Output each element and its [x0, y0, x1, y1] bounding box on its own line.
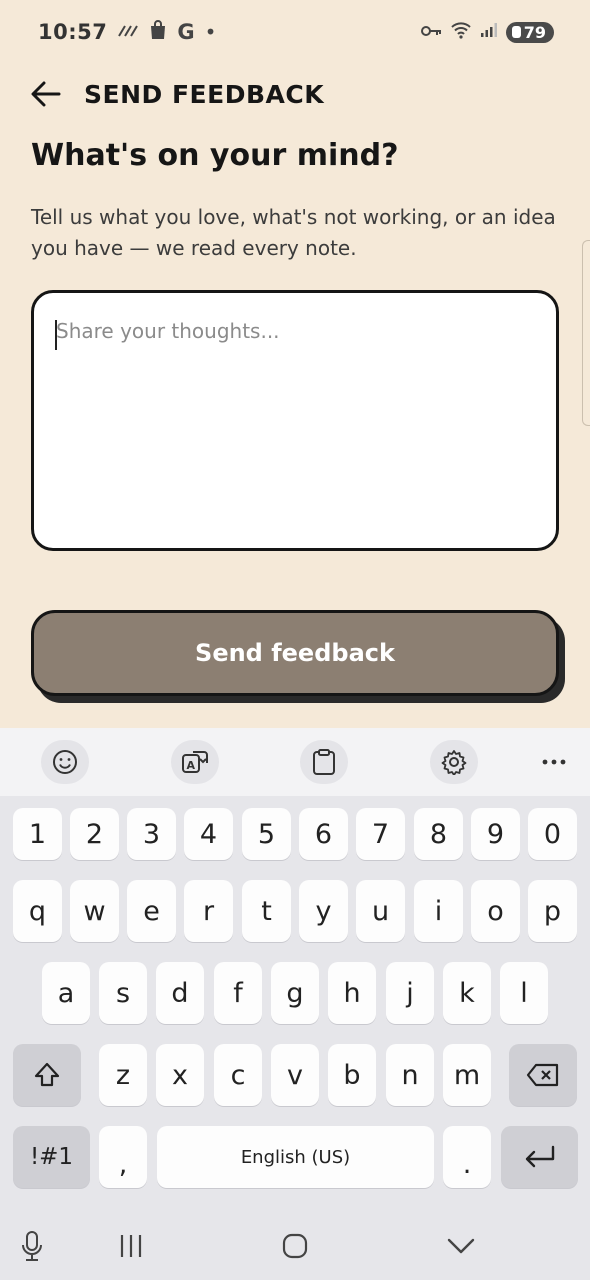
key-z[interactable]: z [99, 1044, 147, 1106]
page-title: SEND FEEDBACK [84, 79, 325, 109]
google-icon: G [177, 20, 195, 44]
emoji-button[interactable] [41, 740, 89, 784]
key-4[interactable]: 4 [184, 808, 233, 860]
key-p[interactable]: p [528, 880, 577, 942]
microphone-icon [22, 1231, 42, 1261]
hide-keyboard-button[interactable] [443, 1228, 479, 1264]
key-n[interactable]: n [386, 1044, 434, 1106]
key-6[interactable]: 6 [299, 808, 348, 860]
translate-icon: A [182, 751, 208, 773]
back-button[interactable] [30, 78, 62, 110]
home-icon [282, 1233, 308, 1259]
chevron-down-icon [447, 1238, 475, 1254]
send-feedback-button[interactable]: Send feedback [31, 610, 559, 696]
translate-button[interactable]: A [171, 740, 219, 784]
shopping-bag-icon [149, 20, 167, 44]
system-nav-bar [0, 1210, 590, 1280]
key-t[interactable]: t [242, 880, 291, 942]
keyboard: 1 2 3 4 5 6 7 8 9 0 q w e r t y u i o p … [0, 796, 590, 1280]
key-b[interactable]: b [328, 1044, 376, 1106]
shift-icon [34, 1062, 60, 1087]
period-key[interactable]: . [443, 1126, 491, 1188]
arrow-left-icon [31, 81, 61, 107]
key-q[interactable]: q [13, 880, 62, 942]
wifi-icon [450, 21, 472, 43]
clipboard-icon [313, 749, 335, 775]
headline: What's on your mind? [31, 138, 399, 173]
key-2[interactable]: 2 [70, 808, 119, 860]
backspace-icon [526, 1063, 559, 1087]
space-key[interactable]: English (US) [157, 1126, 434, 1188]
key-3[interactable]: 3 [127, 808, 176, 860]
key-0[interactable]: 0 [528, 808, 577, 860]
edge-panel-handle[interactable] [582, 240, 590, 426]
shift-key[interactable] [13, 1044, 81, 1106]
key-m[interactable]: m [443, 1044, 491, 1106]
backspace-key[interactable] [509, 1044, 577, 1106]
status-time: 10:57 [38, 20, 108, 44]
key-u[interactable]: u [356, 880, 405, 942]
gear-icon [441, 750, 467, 775]
key-5[interactable]: 5 [242, 808, 291, 860]
keyboard-toolbar: A [0, 728, 590, 796]
key-s[interactable]: s [99, 962, 147, 1024]
key-1[interactable]: 1 [13, 808, 62, 860]
status-left: 10:57 G • [38, 20, 216, 44]
key-g[interactable]: g [271, 962, 319, 1024]
key-c[interactable]: c [214, 1044, 262, 1106]
signal-lines-icon [117, 23, 139, 42]
enter-key[interactable] [501, 1126, 578, 1188]
recents-icon [120, 1235, 142, 1257]
key-h[interactable]: h [328, 962, 376, 1024]
key-x[interactable]: x [156, 1044, 204, 1106]
app-header: SEND FEEDBACK [0, 68, 590, 120]
more-icon [542, 759, 566, 765]
status-bar: 10:57 G • 79 [0, 0, 590, 64]
key-r[interactable]: r [184, 880, 233, 942]
key-v[interactable]: v [271, 1044, 319, 1106]
subtext: Tell us what you love, what's not workin… [31, 205, 556, 260]
clipboard-button[interactable] [300, 740, 348, 784]
key-j[interactable]: j [386, 962, 434, 1024]
key-k[interactable]: k [443, 962, 491, 1024]
key-y[interactable]: y [299, 880, 348, 942]
feedback-input-container [31, 290, 559, 551]
recent-apps-button[interactable] [113, 1228, 149, 1264]
vpn-key-icon [420, 23, 442, 42]
key-w[interactable]: w [70, 880, 119, 942]
comma-key[interactable]: , [99, 1126, 147, 1188]
home-button[interactable] [277, 1228, 313, 1264]
key-i[interactable]: i [414, 880, 463, 942]
key-7[interactable]: 7 [356, 808, 405, 860]
status-right: 79 [420, 21, 554, 43]
key-o[interactable]: o [471, 880, 520, 942]
voice-input-button[interactable] [14, 1228, 50, 1264]
key-a[interactable]: a [42, 962, 90, 1024]
battery-icon: 79 [505, 21, 554, 43]
text-caret [55, 320, 57, 350]
key-d[interactable]: d [156, 962, 204, 1024]
feedback-input[interactable] [34, 293, 556, 548]
enter-icon [525, 1145, 554, 1168]
more-button[interactable] [532, 740, 576, 784]
key-f[interactable]: f [214, 962, 262, 1024]
dot-icon: • [204, 20, 217, 44]
cell-signal-icon [480, 22, 498, 42]
symbols-key[interactable]: !#1 [13, 1126, 90, 1188]
send-feedback-label: Send feedback [195, 639, 395, 667]
emoji-icon [53, 750, 77, 774]
key-l[interactable]: l [500, 962, 548, 1024]
key-e[interactable]: e [127, 880, 176, 942]
key-9[interactable]: 9 [471, 808, 520, 860]
key-8[interactable]: 8 [414, 808, 463, 860]
svg-text:A: A [187, 759, 196, 772]
settings-button[interactable] [430, 740, 478, 784]
battery-level: 79 [523, 22, 546, 42]
